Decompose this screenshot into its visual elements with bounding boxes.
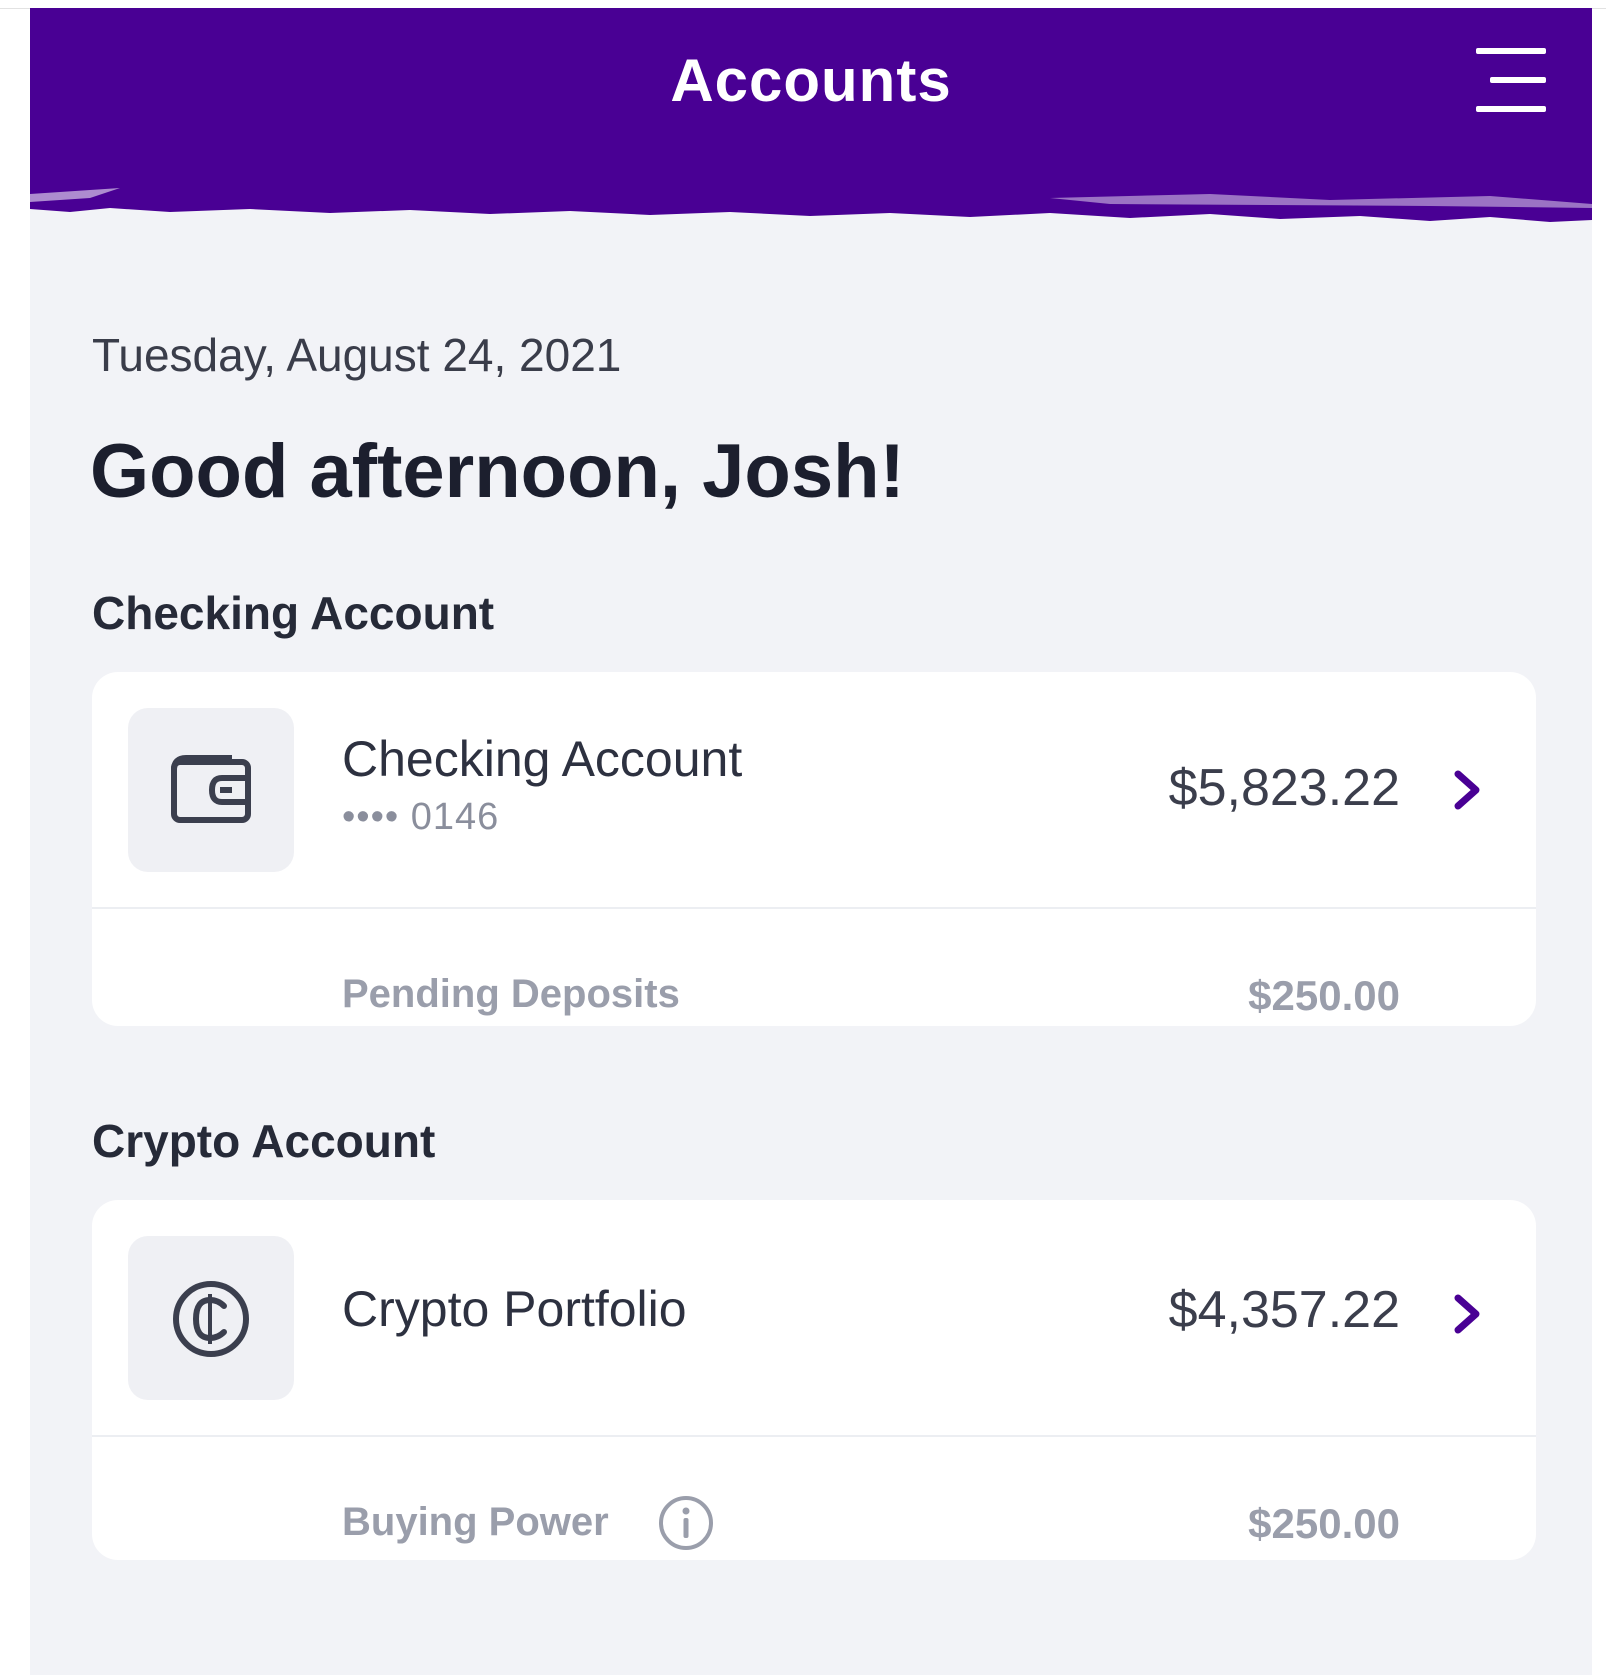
checking-account-row[interactable]: Checking Account •••• 0146 $5,823.22 (92, 672, 1536, 907)
pending-deposits-value: $250.00 (1248, 972, 1400, 1019)
pending-deposits-label: Pending Deposits (342, 972, 680, 1016)
card-divider (92, 907, 1536, 909)
checking-account-name: Checking Account (342, 731, 743, 787)
hamburger-menu-icon[interactable] (1476, 48, 1546, 114)
current-date: Tuesday, August 24, 2021 (92, 329, 622, 381)
checking-icon-tile (128, 708, 294, 872)
crypto-portfolio-row[interactable]: Crypto Portfolio $4,357.22 (92, 1200, 1536, 1435)
chevron-right-icon (1454, 770, 1480, 810)
crypto-icon-tile (128, 1236, 294, 1400)
crypto-portfolio-name: Crypto Portfolio (342, 1281, 687, 1337)
buying-power-value: $250.00 (1248, 1500, 1400, 1547)
checking-balance: $5,823.22 (1168, 759, 1400, 817)
checking-account-number: •••• 0146 (342, 796, 500, 838)
crypto-account-card: Crypto Portfolio $4,357.22 Buying Power … (92, 1200, 1536, 1560)
chevron-right-icon (1454, 1294, 1480, 1334)
card-divider (92, 1435, 1536, 1437)
checking-section-title: Checking Account (92, 587, 495, 639)
crypto-coin-icon (173, 1281, 249, 1357)
app-header: Accounts (30, 8, 1592, 233)
crypto-balance: $4,357.22 (1168, 1281, 1400, 1339)
info-icon[interactable] (657, 1494, 715, 1552)
wallet-icon (171, 755, 251, 823)
page-title: Accounts (670, 47, 952, 114)
accounts-screen: Accounts Tuesday, August 24, 2021 Good a… (30, 8, 1592, 1675)
buying-power-label: Buying Power (342, 1500, 609, 1544)
header-brush-background (30, 8, 1592, 233)
crypto-section-title: Crypto Account (92, 1115, 436, 1167)
checking-account-card: Checking Account •••• 0146 $5,823.22 Pen… (92, 672, 1536, 1026)
greeting-message: Good afternoon, Josh! (90, 429, 905, 514)
